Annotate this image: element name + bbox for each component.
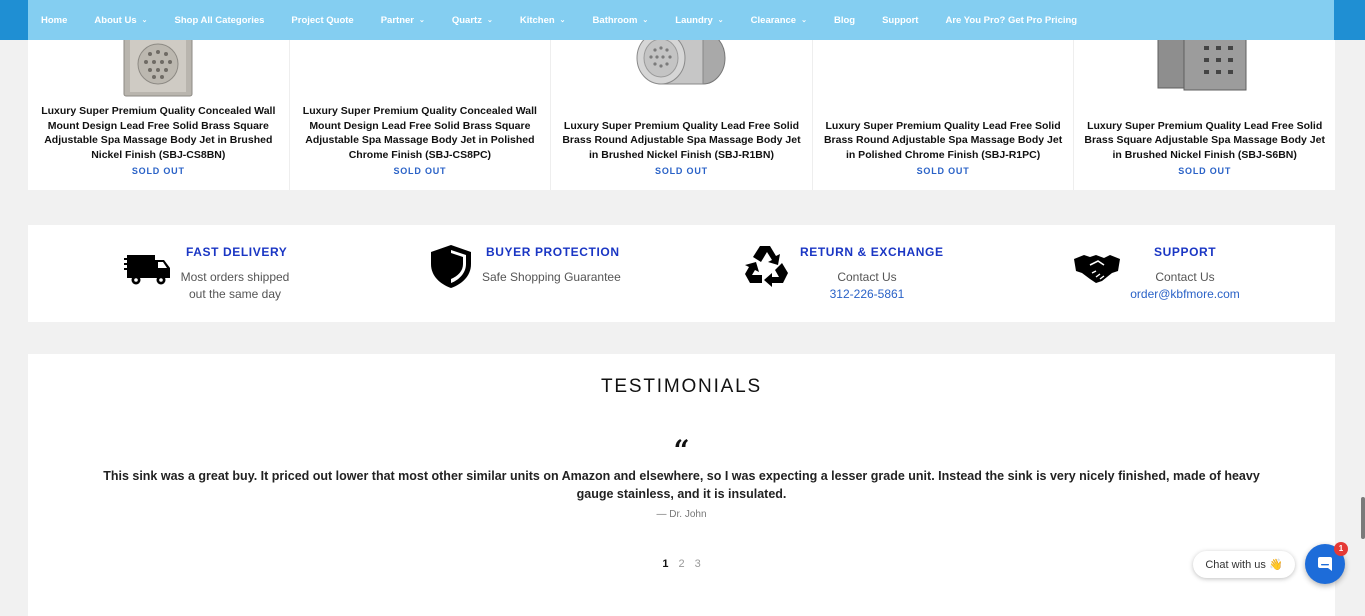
- nav-item-clearance[interactable]: Clearance ⌄: [751, 15, 807, 26]
- nav-item-kitchen[interactable]: Kitchen ⌄: [520, 15, 566, 26]
- product-card[interactable]: Luxury Super Premium Quality Lead Free S…: [551, 40, 813, 190]
- feature-fast-delivery: FAST DELIVERY Most orders shipped out th…: [122, 225, 352, 322]
- product-image-round-body-jet: [636, 40, 726, 85]
- nav-item-label: Bathroom: [592, 14, 638, 26]
- nav-item-label: Clearance: [750, 14, 797, 26]
- product-card[interactable]: Luxury Super Premium Quality Concealed W…: [289, 40, 552, 190]
- product-title[interactable]: Luxury Super Premium Quality Lead Free S…: [1082, 119, 1327, 163]
- page-2-button[interactable]: 2: [678, 558, 684, 570]
- feature-title: SUPPORT: [1154, 245, 1217, 259]
- feature-text: Contact Us: [1155, 270, 1215, 284]
- testimonials-section: TESTIMONIALS “ This sink was a great buy…: [28, 354, 1335, 616]
- feature-text: Safe Shopping Guarantee: [482, 270, 621, 284]
- nav-item-label: Shop All Categories: [174, 14, 265, 26]
- quote-icon: “: [673, 434, 690, 467]
- delivery-truck-icon: [124, 255, 170, 285]
- notification-badge: 1: [1334, 542, 1348, 556]
- feature-title: FAST DELIVERY: [186, 245, 288, 259]
- chat-prompt[interactable]: Chat with us 👋: [1193, 551, 1295, 578]
- nav-item-blog[interactable]: Blog: [834, 15, 855, 26]
- handshake-icon: [1074, 255, 1120, 283]
- page-1-button[interactable]: 1: [662, 558, 668, 570]
- feature-text: Contact Us: [837, 270, 897, 284]
- product-title[interactable]: Luxury Super Premium Quality Concealed W…: [36, 104, 281, 162]
- page-3-button[interactable]: 3: [695, 558, 701, 570]
- sold-out-badge: SOLD OUT: [393, 166, 447, 176]
- shield-icon: [431, 245, 471, 288]
- product-image-square-body-jet: [123, 40, 193, 97]
- nav-item-project-quote[interactable]: Project Quote: [291, 15, 353, 26]
- nav-item-home[interactable]: Home: [41, 15, 67, 26]
- nav-item-bathroom[interactable]: Bathroom ⌄: [593, 15, 649, 26]
- product-card[interactable]: Luxury Super Premium Quality Concealed W…: [28, 40, 290, 190]
- product-title[interactable]: Luxury Super Premium Quality Lead Free S…: [821, 119, 1066, 163]
- testimonial-author: — Dr. John: [656, 509, 707, 520]
- feature-text: Most orders shipped: [180, 270, 290, 284]
- main-nav: Home About Us ⌄ Shop All Categories Project …: [28, 0, 1334, 40]
- chevron-down-icon: ⌄: [418, 17, 425, 24]
- nav-item-label: Laundry: [675, 14, 713, 26]
- feature-title: BUYER PROTECTION: [486, 245, 620, 259]
- chat-bubble-icon: [1318, 557, 1332, 571]
- nav-item-label: About Us: [94, 14, 137, 26]
- phone-link[interactable]: 312-226-5861: [824, 287, 910, 301]
- chevron-down-icon: ⌄: [559, 17, 566, 24]
- nav-item-quartz[interactable]: Quartz ⌄: [452, 15, 493, 26]
- product-title[interactable]: Luxury Super Premium Quality Lead Free S…: [559, 119, 804, 163]
- nav-item-support[interactable]: Support: [882, 15, 918, 26]
- chevron-down-icon: ⌄: [642, 17, 649, 24]
- product-row: Luxury Super Premium Quality Concealed W…: [28, 40, 1335, 190]
- nav-item-label: Support: [882, 14, 919, 26]
- sold-out-badge: SOLD OUT: [655, 166, 708, 176]
- chevron-down-icon: ⌄: [141, 17, 148, 24]
- recycle-icon: [745, 246, 788, 287]
- feature-buyer-protection: BUYER PROTECTION Safe Shopping Guarantee: [426, 225, 686, 322]
- nav-item-label: Are You Pro? Get Pro Pricing: [945, 14, 1078, 26]
- nav-item-about-us[interactable]: About Us ⌄: [94, 15, 147, 26]
- product-card[interactable]: Luxury Super Premium Quality Lead Free S…: [1074, 40, 1335, 190]
- chevron-down-icon: ⌄: [717, 17, 724, 24]
- nav-item-label: Partner: [380, 14, 414, 26]
- sold-out-badge: SOLD OUT: [131, 166, 185, 176]
- nav-item-label: Blog: [833, 14, 856, 26]
- sold-out-badge: SOLD OUT: [916, 166, 970, 176]
- features-bar: FAST DELIVERY Most orders shipped out th…: [28, 225, 1335, 322]
- testimonial-text: This sink was a great buy. It priced out…: [103, 469, 1260, 501]
- nav-item-label: Home: [41, 14, 68, 26]
- nav-item-are-you-pro-get-pro-pricing[interactable]: Are You Pro? Get Pro Pricing: [945, 15, 1077, 26]
- feature-return-exchange: RETURN & EXCHANGE Contact Us 312-226-586…: [742, 225, 1002, 322]
- nav-item-label: Project Quote: [291, 14, 354, 26]
- feature-text: out the same day: [188, 287, 282, 301]
- sold-out-badge: SOLD OUT: [1178, 166, 1232, 176]
- nav-item-shop-all-categories[interactable]: Shop All Categories: [175, 15, 265, 26]
- chevron-down-icon: ⌄: [801, 17, 807, 24]
- product-card[interactable]: Luxury Super Premium Quality Lead Free S…: [812, 40, 1075, 190]
- nav-item-laundry[interactable]: Laundry ⌄: [675, 15, 723, 26]
- product-title[interactable]: Luxury Super Premium Quality Concealed W…: [298, 104, 543, 162]
- nav-item-label: Quartz: [451, 14, 482, 26]
- nav-item-label: Kitchen: [519, 14, 555, 26]
- chevron-down-icon: ⌄: [486, 17, 493, 24]
- nav-item-partner[interactable]: Partner ⌄: [381, 15, 425, 26]
- testimonial-pagination: 123: [28, 558, 1335, 570]
- section-heading: TESTIMONIALS: [601, 376, 762, 397]
- page-scrollbar[interactable]: [1361, 497, 1365, 539]
- email-link[interactable]: order@kbfmore.com: [1120, 287, 1250, 301]
- feature-title: RETURN & EXCHANGE: [800, 245, 944, 259]
- feature-support: SUPPORT Contact Us order@kbfmore.com: [1072, 225, 1292, 322]
- product-image-square-body-jet: [1157, 40, 1247, 91]
